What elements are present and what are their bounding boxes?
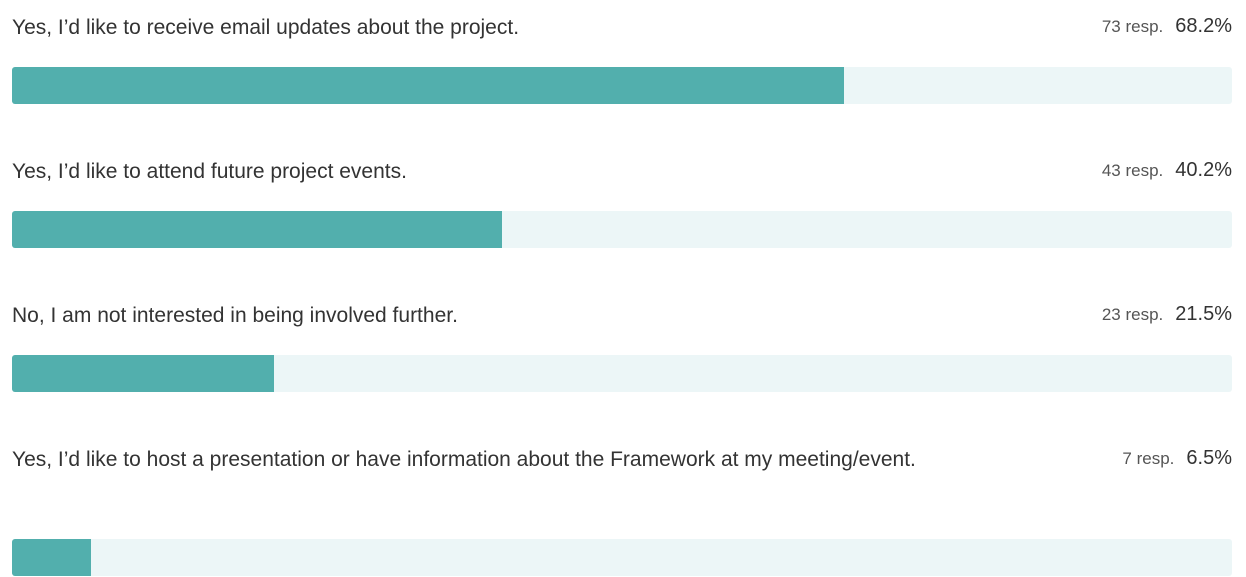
response-option-label: Yes, I’d like to host a presentation or … xyxy=(12,448,916,471)
response-count: 7 resp. xyxy=(1122,449,1175,468)
response-stats: 7 resp. 6.5% xyxy=(1122,442,1232,476)
response-option-label: Yes, I’d like to attend future project e… xyxy=(12,160,407,183)
response-count: 23 resp. xyxy=(1101,305,1164,324)
response-option-label: Yes, I’d like to receive email updates a… xyxy=(12,16,520,39)
response-row: Yes, I’d like to host a presentation or … xyxy=(12,443,1232,576)
bar-track xyxy=(12,67,1232,104)
response-row-header: Yes, I’d like to receive email updates a… xyxy=(12,11,1232,44)
response-row-header: Yes, I’d like to host a presentation or … xyxy=(12,443,1232,476)
bar-fill xyxy=(12,211,503,248)
bar-fill xyxy=(12,67,845,104)
response-bar-chart: Yes, I’d like to receive email updates a… xyxy=(0,0,1246,577)
response-stats: 73 resp. 68.2% xyxy=(1102,10,1232,44)
response-count: 73 resp. xyxy=(1101,17,1164,36)
response-stats: 23 resp. 21.5% xyxy=(1102,298,1232,332)
response-row: Yes, I’d like to receive email updates a… xyxy=(12,11,1232,104)
response-count: 43 resp. xyxy=(1101,161,1164,180)
response-row-header: No, I am not interested in being involve… xyxy=(12,299,1232,332)
response-stats: 43 resp. 40.2% xyxy=(1102,154,1232,188)
bar-track xyxy=(12,355,1232,392)
response-option-label: No, I am not interested in being involve… xyxy=(12,304,458,327)
response-percent: 6.5% xyxy=(1186,447,1232,469)
bar-track xyxy=(12,211,1232,248)
response-percent: 68.2% xyxy=(1175,15,1232,37)
response-percent: 21.5% xyxy=(1175,303,1232,325)
response-row-header: Yes, I’d like to attend future project e… xyxy=(12,155,1232,188)
response-percent: 40.2% xyxy=(1175,159,1232,181)
bar-fill xyxy=(12,539,92,576)
response-row: Yes, I’d like to attend future project e… xyxy=(12,155,1232,248)
bar-track xyxy=(12,539,1232,576)
bar-fill xyxy=(12,355,275,392)
response-row: No, I am not interested in being involve… xyxy=(12,299,1232,392)
